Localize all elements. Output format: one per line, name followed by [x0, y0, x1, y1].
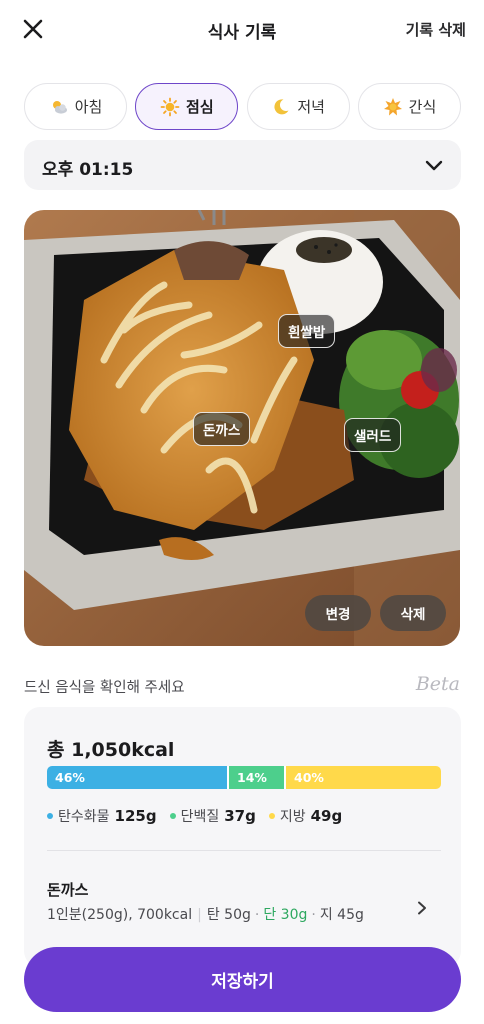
food-tag-rice[interactable]: 흰쌀밥: [278, 314, 336, 348]
total-calories: 총 1,050kcal: [47, 739, 175, 761]
header: 식사 기록 기록 삭제: [0, 0, 484, 60]
legend-protein: 단백질 37g: [169, 806, 256, 826]
food-item-row[interactable]: 돈까스 1인분(250g), 700kcal | 탄 50g · 단 30g · 지 45g: [24, 867, 461, 937]
tab-lunch[interactable]: 점심: [135, 83, 239, 130]
tab-breakfast[interactable]: 아침: [24, 83, 127, 130]
cloud-sun-icon: [52, 100, 67, 114]
tab-dinner[interactable]: 저녁: [246, 83, 350, 130]
food-tag-salad[interactable]: 샐러드: [344, 418, 402, 452]
carb-ratio-segment: 46%: [47, 766, 227, 789]
confirm-food-text: 드신 음식을 확인해 주세요: [24, 680, 185, 696]
macro-legend: 탄수화물 125g 단백질 37g 지방 49g: [47, 806, 342, 826]
tab-snack[interactable]: 간식: [357, 83, 461, 130]
tab-label: 저녁: [297, 98, 325, 116]
food-portion: 1인분(250g), 700kcal: [47, 907, 193, 923]
protein-dot: [169, 813, 176, 819]
legend-value: 37g: [224, 807, 256, 825]
change-photo-button[interactable]: 변경: [305, 595, 371, 631]
save-button[interactable]: 저장하기: [24, 947, 461, 1012]
food-detail: 1인분(250g), 700kcal | 탄 50g · 단 30g · 지 45g: [47, 907, 364, 923]
chevron-right-icon: [418, 901, 426, 915]
nutrition-summary-card: 총 1,050kcal 46% 14% 40% 탄수화물 125g 단백질 37…: [24, 707, 461, 967]
legend-label: 탄수화물: [58, 809, 110, 825]
carb-dot: [47, 813, 53, 819]
delete-photo-button[interactable]: 삭제: [380, 595, 446, 631]
tab-label: 아침: [74, 98, 103, 116]
food-fat: 지 45g: [319, 907, 364, 923]
sun-icon: [160, 97, 180, 116]
time-select[interactable]: 오후 01:15: [24, 140, 461, 190]
moon-icon: [274, 98, 289, 114]
food-protein: 단 30g: [263, 907, 308, 923]
meal-tabs: 아침 점심 저녁 간식: [24, 83, 461, 130]
tab-label: 점심: [186, 98, 214, 116]
food-name: 돈까스: [47, 881, 89, 899]
food-tag-tonkatsu[interactable]: 돈까스: [193, 412, 251, 446]
fat-ratio-segment: 40%: [284, 766, 441, 789]
tab-label: 간식: [408, 98, 437, 116]
meal-photo: 흰쌀밥 돈까스 샐러드: [24, 210, 460, 646]
sun-small-icon: [383, 97, 402, 115]
macro-ratio-bar: 46% 14% 40%: [47, 766, 441, 789]
food-carb: 탄 50g: [206, 907, 251, 923]
chevron-down-icon: [425, 160, 443, 171]
legend-label: 지방: [279, 809, 306, 825]
protein-ratio-segment: 14%: [227, 766, 284, 789]
delete-record-button[interactable]: 기록 삭제: [406, 19, 466, 40]
time-value: 오후 01:15: [42, 160, 134, 180]
legend-label: 단백질: [180, 809, 220, 825]
legend-carb: 탄수화물 125g: [47, 806, 157, 826]
legend-fat: 지방 49g: [268, 806, 343, 826]
fat-dot: [268, 813, 275, 819]
beta-label: Beta: [415, 673, 460, 695]
legend-value: 49g: [310, 807, 343, 825]
legend-value: 125g: [114, 807, 157, 825]
divider: [47, 850, 441, 851]
